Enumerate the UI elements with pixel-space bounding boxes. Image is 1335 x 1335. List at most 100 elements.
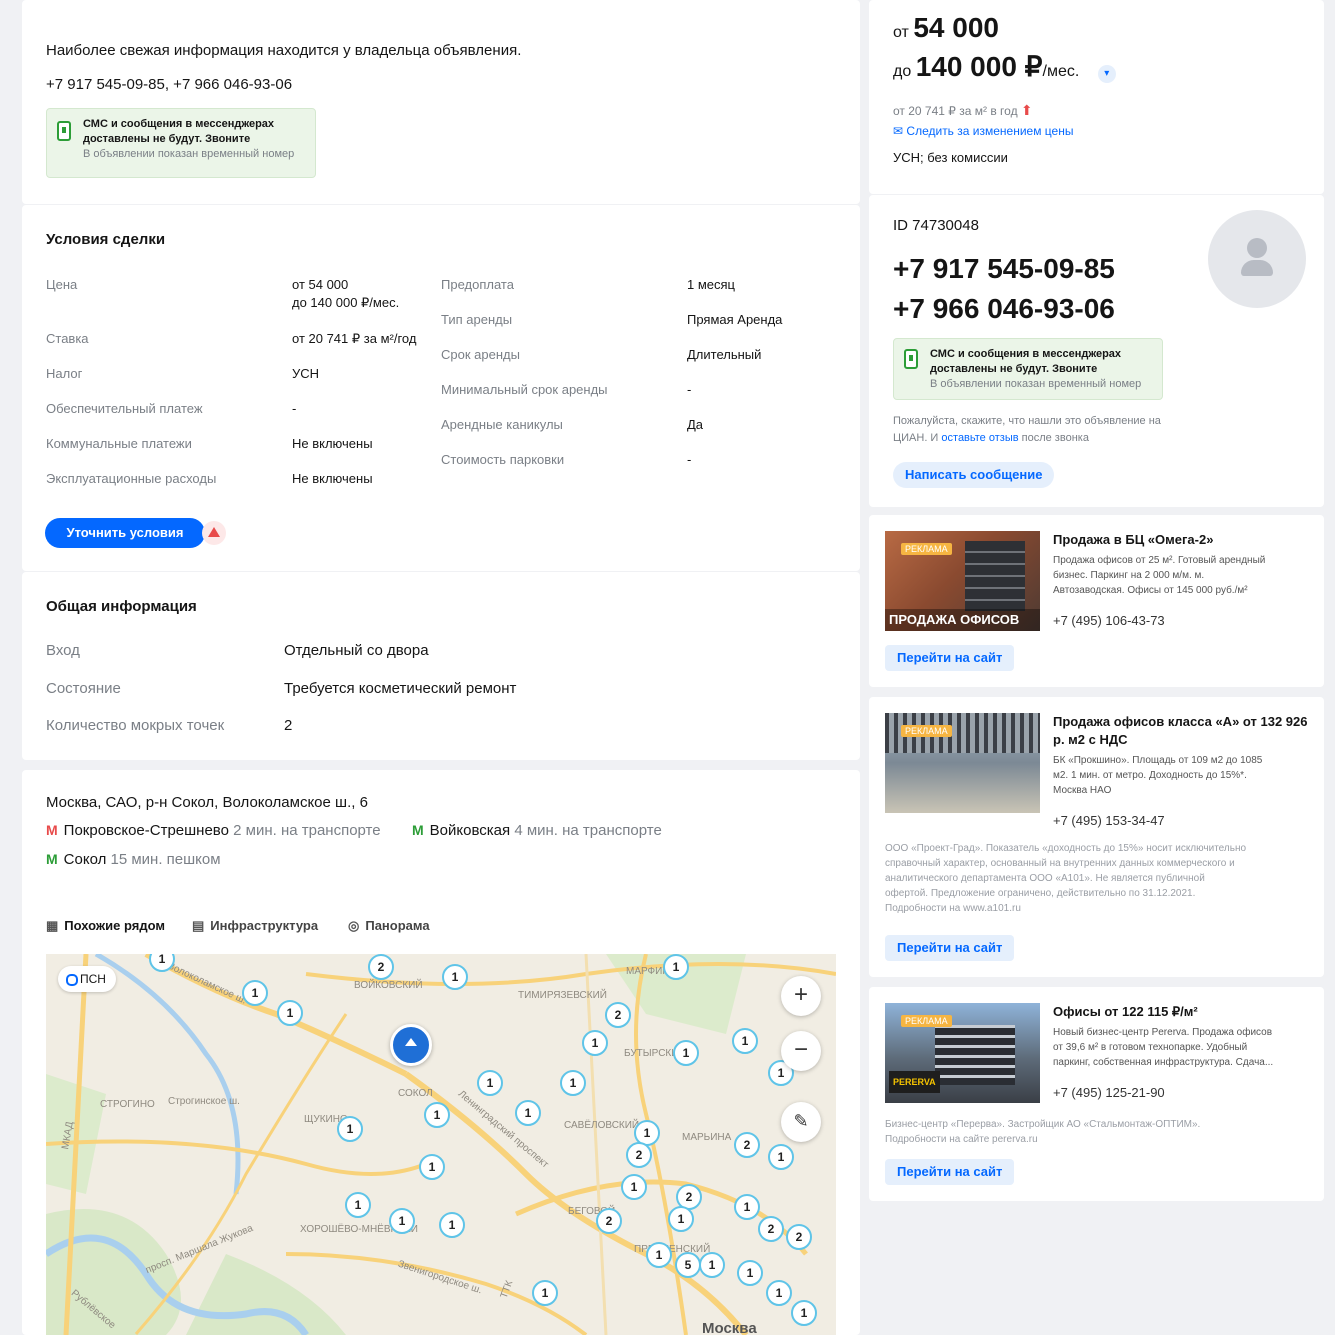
follow-price-link[interactable]: ✉ Следить за изменением цены bbox=[893, 124, 1073, 138]
map-pin[interactable]: 1 bbox=[439, 1212, 465, 1238]
general-info-card: Общая информация Вход Отдельный со двора… bbox=[22, 572, 860, 760]
map-pin[interactable]: 1 bbox=[699, 1252, 725, 1278]
map-pin[interactable]: 1 bbox=[277, 1000, 303, 1026]
ad-phone[interactable]: +7 (495) 153-34-47 bbox=[1053, 813, 1165, 828]
map-label: ТИМИРЯЗЕВСКИЙ bbox=[518, 990, 607, 1001]
map-pin[interactable]: 1 bbox=[646, 1242, 672, 1268]
map-label: ВОЙКОВСКИЙ bbox=[354, 980, 423, 991]
owner-card: ID 74730048 +7 917 545-09-85 +7 966 046-… bbox=[869, 195, 1324, 507]
zoom-in-button[interactable]: + bbox=[781, 976, 821, 1016]
tab-panorama[interactable]: ◎ Панорама bbox=[348, 918, 430, 934]
chevron-down-icon[interactable]: ▾ bbox=[1097, 65, 1116, 83]
metro-item[interactable]: M Сокол 15 мин. пешком bbox=[46, 851, 221, 868]
ad-title[interactable]: Продажа офисов класса «А» от 132 926 р. … bbox=[1053, 713, 1308, 749]
map-pin[interactable]: 1 bbox=[345, 1192, 371, 1218]
report-icon[interactable] bbox=[202, 521, 226, 545]
panorama-icon: ◎ bbox=[348, 918, 360, 933]
map-pin[interactable]: 1 bbox=[582, 1030, 608, 1056]
map-label: МАРЬИНА bbox=[682, 1132, 732, 1143]
ad-text: Продажа офисов от 25 м². Готовый арендны… bbox=[1053, 555, 1266, 596]
go-to-site-button[interactable]: Перейти на сайт bbox=[885, 935, 1015, 961]
map-pin[interactable]: 2 bbox=[626, 1142, 652, 1168]
sms-warning: СМС и сообщения в мессенджерах доставлен… bbox=[46, 108, 316, 178]
ad-phone[interactable]: +7 (495) 125-21-90 bbox=[1053, 1085, 1165, 1100]
map-pin[interactable]: 2 bbox=[596, 1208, 622, 1234]
info-label: Вход bbox=[46, 642, 80, 659]
arrow-up-icon: ⬆ bbox=[1020, 102, 1033, 118]
map-pin[interactable]: 1 bbox=[621, 1174, 647, 1200]
ad-card[interactable]: РЕКЛАМА Продажа офисов класса «А» от 132… bbox=[869, 697, 1324, 977]
map-pin[interactable]: 1 bbox=[663, 954, 689, 980]
ad-disclaimer: ООО «Проект-Град». Показатель «доходност… bbox=[885, 843, 1247, 914]
map-pin[interactable]: 5 bbox=[675, 1252, 701, 1278]
map-pin[interactable]: 1 bbox=[389, 1208, 415, 1234]
phone-number[interactable]: +7 966 046-93-06 bbox=[893, 293, 1115, 325]
ad-card[interactable]: ПРОДАЖА ОФИСОВ РЕКЛАМА Продажа в БЦ «Оме… bbox=[869, 515, 1324, 687]
map-pin[interactable]: 1 bbox=[242, 980, 268, 1006]
location-card: Москва, САО, р-н Сокол, Волоколамское ш.… bbox=[22, 770, 860, 1335]
map-pin[interactable]: 1 bbox=[532, 1280, 558, 1306]
map-pin[interactable]: 1 bbox=[419, 1154, 445, 1180]
map-pin[interactable]: 1 bbox=[442, 964, 468, 990]
map-pin[interactable]: 1 bbox=[560, 1070, 586, 1096]
zoom-out-button[interactable]: − bbox=[781, 1031, 821, 1071]
go-to-site-button[interactable]: Перейти на сайт bbox=[885, 645, 1015, 671]
sms-warning: СМС и сообщения в мессенджерах доставлен… bbox=[893, 338, 1163, 400]
deal-label: Тип аренды bbox=[441, 312, 513, 327]
map-label: САВЁЛОВСКИЙ bbox=[564, 1120, 640, 1131]
psn-filter[interactable]: ПСН bbox=[58, 966, 116, 992]
map-pin[interactable]: 2 bbox=[758, 1216, 784, 1242]
deal-value: - bbox=[292, 401, 297, 416]
map-pin[interactable]: 2 bbox=[786, 1224, 812, 1250]
map-pin[interactable]: 2 bbox=[368, 954, 394, 980]
map-label: Москва bbox=[702, 1320, 757, 1335]
current-object-pin[interactable] bbox=[390, 1024, 432, 1066]
ad-title[interactable]: Офисы от 122 115 ₽/м² bbox=[1053, 1003, 1198, 1021]
map-pin[interactable]: 1 bbox=[337, 1116, 363, 1142]
section-title: Условия сделки bbox=[46, 231, 166, 248]
price-from: от 54 000 bbox=[893, 12, 999, 43]
leave-review-link[interactable]: оставьте отзыв bbox=[941, 432, 1018, 444]
map-pin[interactable]: 1 bbox=[515, 1100, 541, 1126]
map-label: Строгинское ш. bbox=[168, 1096, 240, 1107]
tab-similar-nearby[interactable]: ▦ Похожие рядом bbox=[46, 918, 165, 934]
info-value: Требуется косметический ремонт bbox=[284, 680, 517, 697]
tab-infrastructure[interactable]: ▤ Инфраструктура bbox=[192, 918, 318, 934]
clarify-terms-button[interactable]: Уточнить условия bbox=[45, 518, 205, 548]
map-pin[interactable]: 2 bbox=[734, 1132, 760, 1158]
ad-phone[interactable]: +7 (495) 106-43-73 bbox=[1053, 613, 1165, 628]
deal-value: 1 месяц bbox=[687, 277, 735, 292]
map-pin[interactable]: 1 bbox=[424, 1102, 450, 1128]
contact-phones[interactable]: +7 917 545-09-85, +7 966 046-93-06 bbox=[46, 76, 292, 93]
section-title: Общая информация bbox=[46, 598, 197, 615]
go-to-site-button[interactable]: Перейти на сайт bbox=[885, 1159, 1015, 1185]
map-pin[interactable]: 1 bbox=[791, 1300, 817, 1326]
map-pin[interactable]: 1 bbox=[766, 1280, 792, 1306]
map-pin[interactable]: 1 bbox=[768, 1144, 794, 1170]
deal-value: Прямая Аренда bbox=[687, 312, 783, 327]
write-message-button[interactable]: Написать сообщение bbox=[893, 462, 1055, 488]
deal-label: Арендные каникулы bbox=[441, 417, 563, 432]
deal-label: Минимальный срок аренды bbox=[441, 382, 608, 397]
ad-text: БК «Прокшино». Площадь от 109 м2 до 1085… bbox=[1053, 755, 1263, 796]
metro-item[interactable]: M Войковская 4 мин. на транспорте bbox=[412, 822, 662, 839]
map-pin[interactable]: 1 bbox=[734, 1194, 760, 1220]
metro-item[interactable]: M Покровское-Стрешнево 2 мин. на транспор… bbox=[46, 822, 381, 839]
building-icon: ▤ bbox=[192, 918, 205, 933]
phone-number[interactable]: +7 917 545-09-85 bbox=[893, 253, 1115, 285]
metro-icon: M bbox=[46, 822, 58, 838]
ruler-icon[interactable]: ✎ bbox=[781, 1102, 821, 1142]
map-pin[interactable]: 1 bbox=[737, 1260, 763, 1286]
map-pin[interactable]: 2 bbox=[605, 1002, 631, 1028]
map[interactable]: Волоколамское ш. ВОЙКОВСКИЙ ТИМИРЯЗЕВСКИ… bbox=[46, 954, 836, 1335]
ad-title[interactable]: Продажа в БЦ «Омега-2» bbox=[1053, 531, 1213, 549]
map-pin[interactable]: 1 bbox=[673, 1040, 699, 1066]
address[interactable]: Москва, САО, р-н Сокол, Волоколамское ш.… bbox=[46, 794, 368, 811]
map-pin[interactable]: 1 bbox=[732, 1028, 758, 1054]
ad-image-caption: ПРОДАЖА ОФИСОВ bbox=[885, 609, 1040, 631]
map-pin[interactable]: 1 bbox=[668, 1206, 694, 1232]
ad-card[interactable]: PERERVA РЕКЛАМА Офисы от 122 115 ₽/м² Но… bbox=[869, 987, 1324, 1201]
grid-icon: ▦ bbox=[46, 918, 59, 933]
map-pin[interactable]: 1 bbox=[477, 1070, 503, 1096]
deal-value: от 54 000 bbox=[292, 277, 349, 292]
